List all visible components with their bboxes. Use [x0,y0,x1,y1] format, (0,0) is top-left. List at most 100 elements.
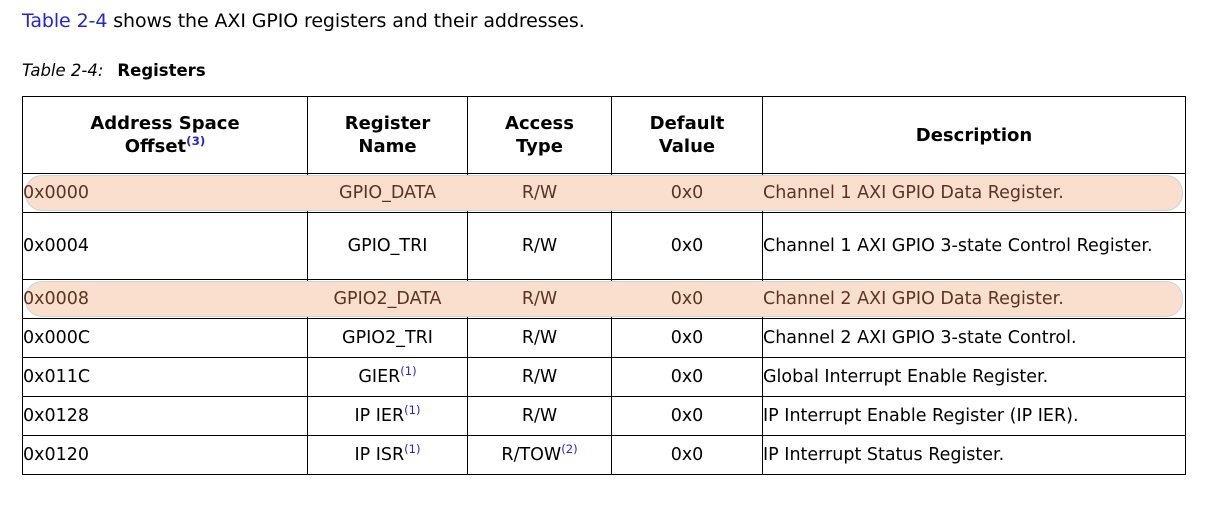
cell-register-name: IP IER(1) [307,396,468,436]
header-line-2: Type [516,136,563,157]
cell-register-name: GPIO_DATA [306,173,469,213]
cell-default-value-text: 0x0 [670,406,704,426]
cell-access-type: R/TOW(2) [467,435,612,475]
cell-default-value-text: 0x0 [670,328,704,348]
cell-default-value-text: 0x0 [670,289,704,309]
cell-address-space-offset-text: 0x0120 [23,445,90,465]
cell-description-text: Global Interrupt Enable Register. [763,367,1049,387]
cell-register-name-text: GPIO_DATA [339,183,436,203]
cell-default-value-text: 0x0 [670,183,704,203]
cell-description-text: IP Interrupt Status Register. [763,445,1005,465]
cell-default-value: 0x0 [610,279,764,319]
column-header-address-space-offset: Address Space Offset(3) [22,96,308,174]
cell-description: Channel 1 AXI GPIO 3-state Control Regis… [762,212,1186,280]
cell-description: Global Interrupt Enable Register. [762,357,1186,397]
cell-access-type: R/W [466,279,613,319]
cell-address-space-offset-text: 0x000C [23,328,91,348]
cell-access-type-text: R/W [521,367,558,387]
cell-access-type-text: R/W [521,406,558,426]
header-line-1: Default [649,113,725,134]
header-line-2: Offset [124,136,187,157]
intro-paragraph: Table 2-4 shows the AXI GPIO registers a… [22,8,585,34]
cell-description-text: Channel 2 AXI GPIO Data Register. [763,289,1064,309]
cell-register-name-text: GPIO2_TRI [342,328,433,348]
cell-description: IP Interrupt Status Register. [762,435,1186,475]
column-header-default-value: Default Value [611,96,763,174]
cell-register-name: GPIO2_DATA [306,279,469,319]
table-header: Address Space Offset(3) Register Name Ac… [22,96,1186,174]
cell-description-text: Channel 1 AXI GPIO 3-state Control Regis… [763,236,1153,256]
cell-address-space-offset: 0x000C [22,318,308,358]
table-row: 0x000C GPIO2_TRI R/W 0x0 Channel 2 AXI GPIO … [22,318,1186,358]
cell-description: IP Interrupt Enable Register (IP IER). [762,396,1186,436]
cell-description-text: Channel 1 AXI GPIO Data Register. [763,183,1064,203]
registers-table-wrapper: Address Space Offset(3) Register Name Ac… [22,96,1186,475]
cell-address-space-offset-text: 0x0128 [23,406,90,426]
column-header-register-name: Register Name [307,96,468,174]
cell-description: Channel 1 AXI GPIO Data Register. [761,173,1186,213]
cell-register-name: GPIO_TRI [307,212,468,280]
cell-access-type: R/W [467,357,612,397]
header-line-1: Access [505,113,574,134]
cell-register-name: IP ISR(1) [307,435,468,475]
table-row: 0x0004 GPIO_TRI R/W 0x0 Channel 1 AXI GPIO 3… [22,212,1186,280]
table-cross-reference-link[interactable]: Table 2-4 [22,10,107,32]
cell-register-name-text: IP IER [354,406,405,426]
cell-access-type: R/W [467,318,612,358]
cell-address-space-offset: 0x0120 [22,435,308,475]
header-line-1: Register [344,113,431,134]
footnote-marker[interactable]: (1) [404,403,420,417]
footnote-marker-3[interactable]: (3) [186,134,205,148]
cell-default-value: 0x0 [610,173,764,213]
cell-default-value-text: 0x0 [670,445,704,465]
table-row: 0x0008 GPIO2_DATA R/W 0x0 Channel 2 AXI GPIO… [22,279,1186,319]
cell-access-type: R/W [467,396,612,436]
cell-default-value: 0x0 [611,212,763,280]
intro-rest-text: shows the AXI GPIO registers and their a… [107,10,585,32]
table-row: 0x0128 IP IER(1) R/W 0x0 IP Interrupt Enable… [22,396,1186,436]
cell-register-name: GIER(1) [307,357,468,397]
cell-description-text: IP Interrupt Enable Register (IP IER). [763,406,1079,426]
registers-table: Address Space Offset(3) Register Name Ac… [22,96,1186,475]
cell-default-value: 0x0 [611,357,763,397]
cell-access-type-text: R/W [521,289,558,309]
cell-register-name-text: IP ISR [354,445,405,465]
cell-access-type-text: R/W [521,183,558,203]
table-header-row: Address Space Offset(3) Register Name Ac… [22,96,1186,174]
cell-address-space-offset: 0x0128 [22,396,308,436]
header-line-2: Value [658,136,716,157]
cell-access-type-text: R/W [521,236,558,256]
cell-address-space-offset-text: 0x0004 [23,236,90,256]
cell-register-name-text: GPIO2_DATA [333,289,442,309]
cell-address-space-offset-text: 0x0000 [23,183,90,203]
column-header-description: Description [762,96,1186,174]
table-caption-title: Registers [117,61,206,80]
cell-address-space-offset: 0x0004 [22,212,308,280]
cell-register-name-text: GIER [358,367,401,387]
cell-default-value: 0x0 [611,435,763,475]
header-line-1: Description [915,124,1033,146]
table-body: 0x0000 GPIO_DATA R/W 0x0 Channel 1 AXI GPIO … [22,173,1186,475]
cell-default-value: 0x0 [611,318,763,358]
table-caption: Table 2-4: Registers [22,60,206,82]
cell-default-value-text: 0x0 [670,236,704,256]
cell-access-type: R/W [467,212,612,280]
table-caption-number: Table 2-4: [22,61,104,80]
cell-address-space-offset-text: 0x011C [23,367,91,387]
cell-address-space-offset: 0x0008 [22,279,309,319]
cell-description: Channel 2 AXI GPIO 3-state Control. [762,318,1186,358]
cell-register-name: GPIO2_TRI [307,318,468,358]
header-line-2: Name [358,136,417,157]
cell-access-type-text: R/W [521,328,558,348]
footnote-marker[interactable]: (1) [404,442,420,456]
cell-address-space-offset-text: 0x0008 [23,289,90,309]
table-row: 0x0000 GPIO_DATA R/W 0x0 Channel 1 AXI GPIO … [22,173,1186,213]
footnote-marker[interactable]: (1) [400,364,416,378]
cell-register-name-text: GPIO_TRI [347,236,428,256]
cell-description: Channel 2 AXI GPIO Data Register. [761,279,1186,319]
footnote-marker[interactable]: (2) [561,442,577,456]
cell-access-type-text: R/TOW [501,445,562,465]
header-line-1: Address Space [90,113,240,134]
cell-address-space-offset: 0x0000 [22,173,309,213]
table-row: 0x0120 IP ISR(1) R/TOW(2) 0x0 IP Interrupt S… [22,435,1186,475]
